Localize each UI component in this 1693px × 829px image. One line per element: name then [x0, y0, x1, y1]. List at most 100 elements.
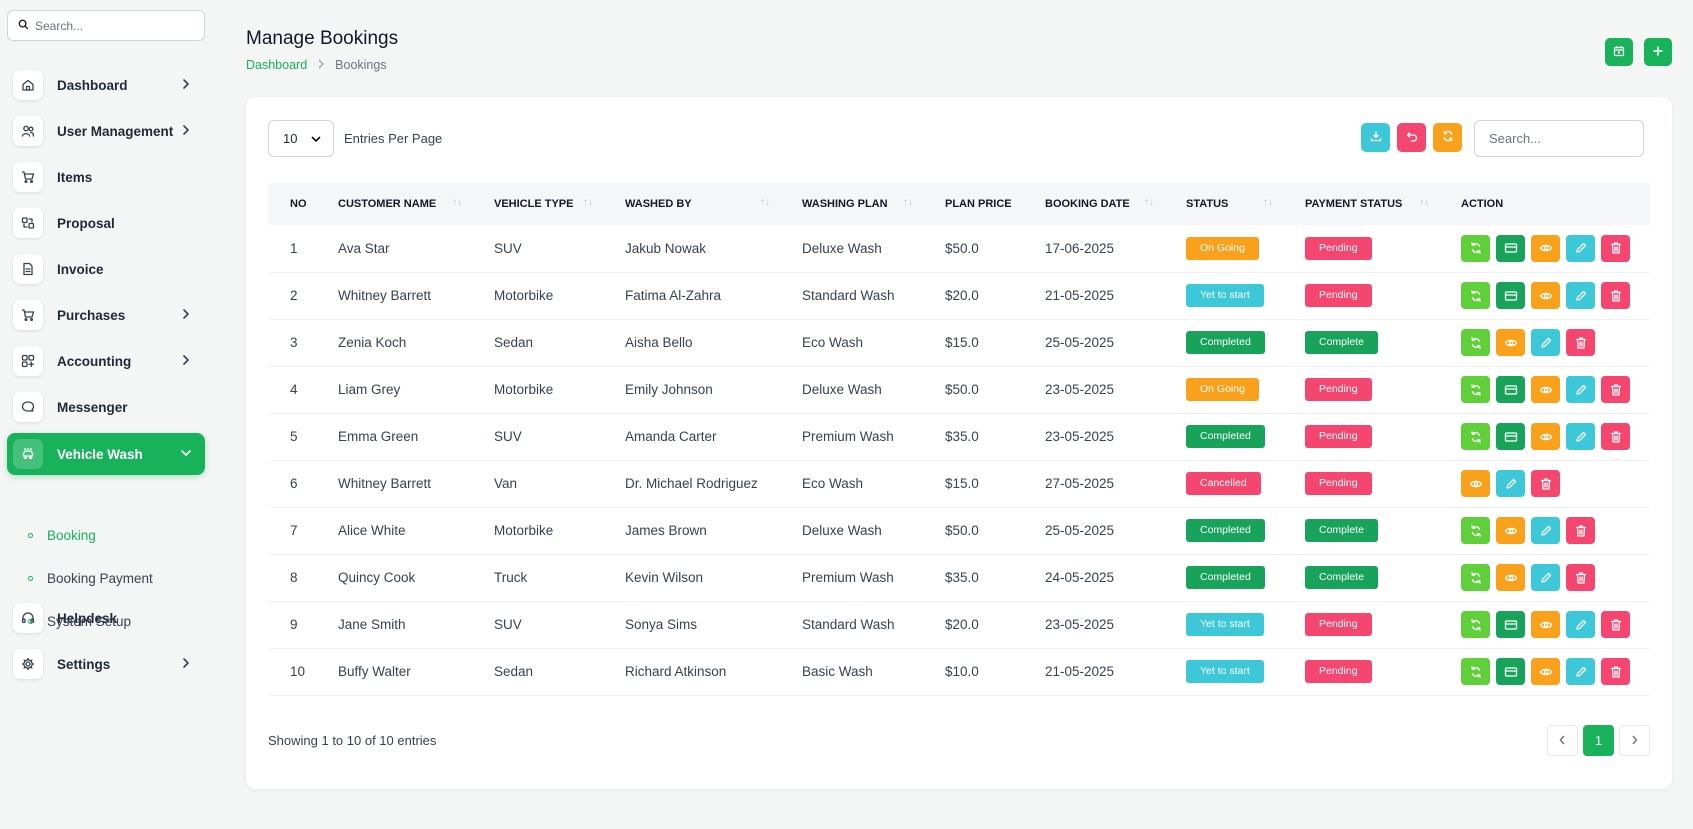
sidebar-item-user-management[interactable]: User Management — [7, 110, 205, 152]
sidebar-subitem-booking-payment[interactable]: Booking Payment — [28, 571, 153, 586]
payment-button[interactable] — [1496, 282, 1525, 309]
view-button[interactable] — [1531, 376, 1560, 403]
sidebar-item-dashboard[interactable]: Dashboard — [7, 64, 205, 106]
status-change-button[interactable] — [1461, 376, 1490, 403]
pagination-next-button[interactable] — [1619, 725, 1650, 756]
sidebar-search[interactable]: Search... — [7, 10, 205, 41]
column-header-booking-date[interactable]: BOOKING DATE ↑↓ — [1023, 183, 1164, 225]
column-header-label: PAYMENT STATUS — [1305, 198, 1403, 210]
cell-no: 3 — [268, 319, 316, 367]
payment-button[interactable] — [1496, 234, 1525, 262]
delete-button[interactable] — [1601, 376, 1630, 403]
payment-status-badge: Pending — [1305, 284, 1372, 307]
column-header-vehicle-type[interactable]: VEHICLE TYPE ↑↓ — [472, 183, 603, 225]
edit-button[interactable] — [1566, 423, 1595, 450]
view-button[interactable] — [1531, 234, 1560, 262]
calendar-button[interactable] — [1605, 38, 1633, 66]
sidebar-item-messenger[interactable]: Messenger — [7, 386, 205, 428]
pagination-page-1[interactable]: 1 — [1583, 725, 1614, 756]
status-change-button[interactable] — [1461, 611, 1490, 638]
payment-button[interactable] — [1496, 423, 1525, 450]
delete-button[interactable] — [1601, 234, 1630, 262]
edit-button[interactable] — [1531, 329, 1560, 356]
column-header-washed-by[interactable]: WASHED BY ↑↓ — [603, 183, 780, 225]
column-header-payment-status[interactable]: PAYMENT STATUS ↑↓ — [1283, 183, 1439, 225]
edit-button[interactable] — [1566, 234, 1595, 262]
status-badge: Yet to start — [1186, 660, 1264, 683]
delete-button[interactable] — [1566, 329, 1595, 356]
cell-washed-by: Richard Atkinson — [603, 648, 780, 696]
cell-no: 6 — [268, 460, 316, 508]
add-booking-button[interactable] — [1644, 38, 1672, 66]
cell-action — [1439, 272, 1650, 320]
page-title: Manage Bookings — [246, 28, 399, 49]
sidebar-item-items[interactable]: Items — [7, 156, 205, 198]
trash-icon — [1609, 289, 1623, 303]
cell-booking-date: 23-05-2025 — [1023, 413, 1164, 461]
refresh-button[interactable] — [1433, 123, 1462, 152]
view-button[interactable] — [1531, 611, 1560, 638]
sidebar-subitem-booking[interactable]: Booking — [28, 528, 96, 543]
status-change-button[interactable] — [1461, 329, 1490, 356]
trash-icon — [1609, 665, 1623, 679]
edit-button[interactable] — [1496, 470, 1525, 497]
eye-icon — [1504, 524, 1518, 538]
status-change-button[interactable] — [1461, 564, 1490, 591]
edit-button[interactable] — [1531, 564, 1560, 591]
view-button[interactable] — [1531, 658, 1560, 685]
payment-button[interactable] — [1496, 611, 1525, 638]
status-badge: Yet to start — [1186, 613, 1264, 636]
column-header-status[interactable]: STATUS ↑↓ — [1164, 183, 1283, 225]
delete-button[interactable] — [1601, 658, 1630, 685]
delete-button[interactable] — [1601, 423, 1630, 450]
column-header-customer-name[interactable]: CUSTOMER NAME ↑↓ — [316, 183, 472, 225]
undo-icon — [1406, 130, 1418, 145]
view-button[interactable] — [1496, 517, 1525, 544]
sidebar-item-vehicle-wash[interactable]: Vehicle Wash — [7, 433, 205, 475]
sidebar-item-accounting[interactable]: Accounting — [7, 340, 205, 382]
edit-button[interactable] — [1531, 517, 1560, 544]
sidebar-item-invoice[interactable]: Invoice — [7, 248, 205, 290]
payment-button[interactable] — [1496, 658, 1525, 685]
table-header-row: NO CUSTOMER NAME ↑↓ VEHICLE TYPE ↑↓ WASHED BY… — [268, 183, 1650, 225]
status-change-button[interactable] — [1461, 423, 1490, 450]
cell-status: Completed — [1164, 554, 1283, 602]
edit-button[interactable] — [1566, 658, 1595, 685]
payment-button[interactable] — [1496, 376, 1525, 403]
cell-no: 4 — [268, 366, 316, 414]
status-change-button[interactable] — [1461, 234, 1490, 262]
sidebar-subitem-label: System Setup — [47, 614, 132, 629]
pencil-icon — [1539, 336, 1553, 350]
delete-button[interactable] — [1531, 470, 1560, 497]
view-button[interactable] — [1461, 470, 1490, 497]
delete-button[interactable] — [1601, 282, 1630, 309]
delete-button[interactable] — [1566, 564, 1595, 591]
view-button[interactable] — [1496, 329, 1525, 356]
edit-button[interactable] — [1566, 282, 1595, 309]
table-row: 9 Jane Smith SUV Sonya Sims Standard Wash $20… — [268, 601, 1650, 649]
view-button[interactable] — [1531, 282, 1560, 309]
sidebar-subitem-system-setup[interactable]: System Setup — [28, 614, 131, 629]
download-button[interactable] — [1361, 123, 1390, 152]
status-badge: Completed — [1186, 331, 1265, 354]
view-button[interactable] — [1496, 564, 1525, 591]
pagination-prev-button[interactable] — [1547, 725, 1578, 756]
cell-payment-status: Pending — [1283, 460, 1439, 508]
status-change-button[interactable] — [1461, 282, 1490, 309]
breadcrumb-dashboard-link[interactable]: Dashboard — [246, 58, 307, 72]
table-search-input[interactable] — [1474, 120, 1644, 157]
sidebar-item-settings[interactable]: Settings — [7, 643, 205, 685]
sidebar-item-purchases[interactable]: Purchases — [7, 294, 205, 336]
view-button[interactable] — [1531, 423, 1560, 450]
undo-button[interactable] — [1397, 123, 1426, 152]
sidebar-item-proposal[interactable]: Proposal — [7, 202, 205, 244]
column-header-washing-plan[interactable]: WASHING PLAN ↑↓ — [780, 183, 923, 225]
edit-button[interactable] — [1566, 611, 1595, 638]
status-change-button[interactable] — [1461, 517, 1490, 544]
entries-per-page-select[interactable]: 10 — [268, 120, 334, 157]
delete-button[interactable] — [1566, 517, 1595, 544]
column-header-label: VEHICLE TYPE — [494, 198, 574, 210]
status-change-button[interactable] — [1461, 658, 1490, 685]
edit-button[interactable] — [1566, 376, 1595, 403]
delete-button[interactable] — [1601, 611, 1630, 638]
